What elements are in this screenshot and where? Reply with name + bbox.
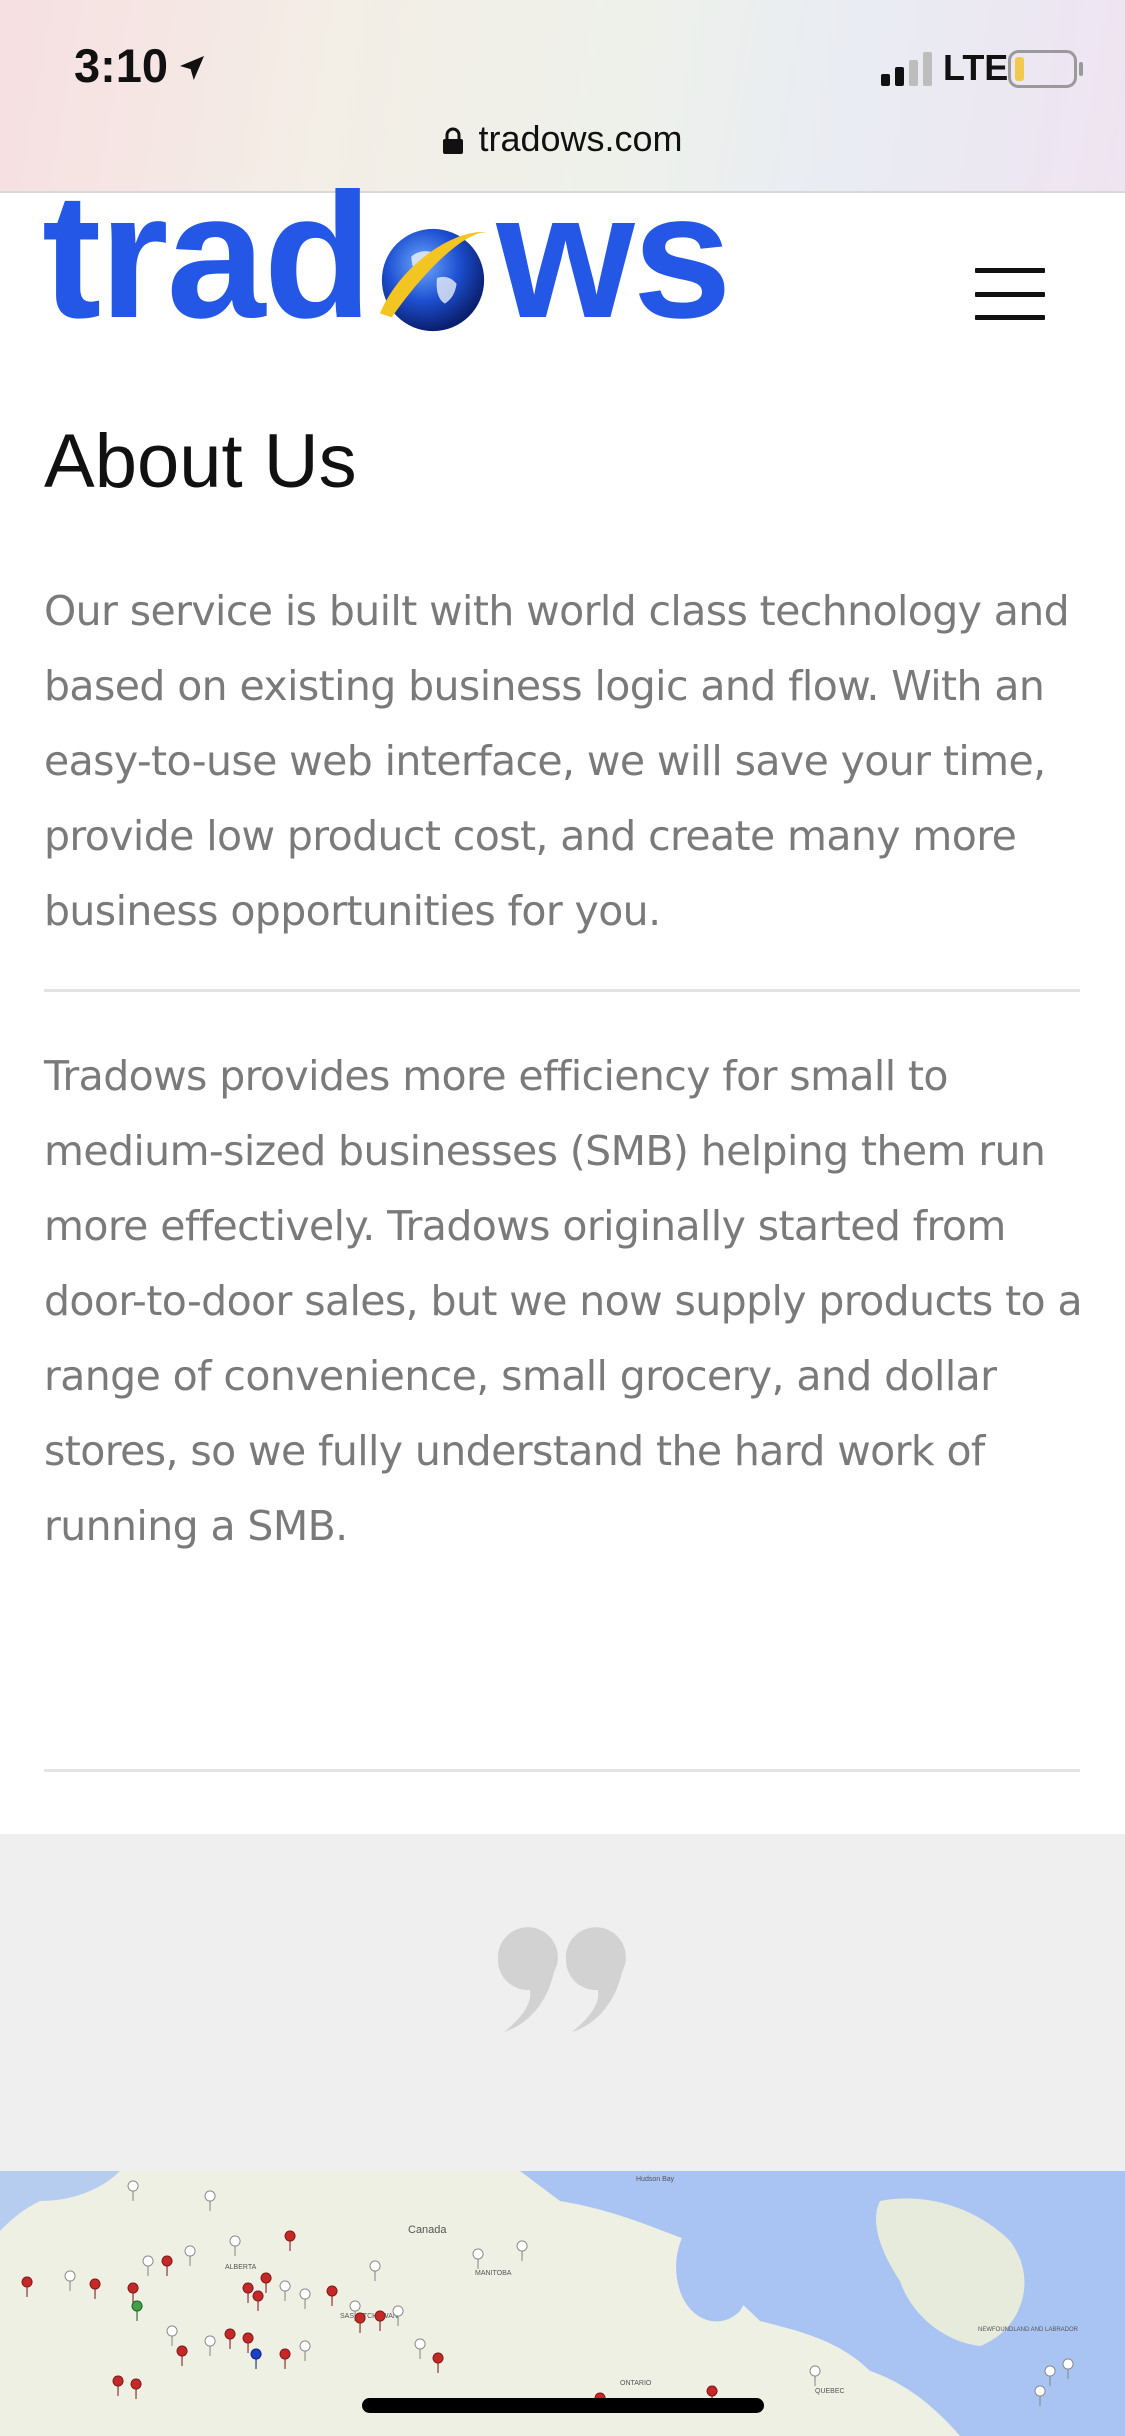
map-label: MANITOBA bbox=[475, 2270, 512, 2277]
url-text: tradows.com bbox=[478, 118, 683, 159]
status-time: 3:10 bbox=[74, 39, 169, 92]
globe-icon bbox=[380, 228, 489, 332]
logo-text-right: ws bbox=[496, 156, 731, 355]
map-label: SASKATCHEWAN bbox=[340, 2313, 398, 2320]
hamburger-menu-icon[interactable] bbox=[975, 268, 1045, 320]
location-arrow-icon bbox=[180, 56, 204, 80]
site-logo[interactable]: trad ws bbox=[42, 167, 732, 345]
lock-icon bbox=[443, 127, 464, 154]
address-bar[interactable]: tradows.com bbox=[0, 118, 1125, 160]
network-type: LTE bbox=[943, 47, 1009, 88]
map-label: ALBERTA bbox=[225, 2264, 257, 2271]
page-title: About Us bbox=[44, 419, 357, 504]
map-label: QUEBEC bbox=[815, 2388, 845, 2395]
map-label: NEWFOUNDLAND AND LABRADOR bbox=[978, 2327, 1079, 2333]
about-paragraph-1: Our service is built with world class te… bbox=[44, 587, 1070, 935]
store-map[interactable]: Canada ALBERTA SASKATCHEWAN MANITOBA ONT… bbox=[0, 2171, 1125, 2436]
divider bbox=[44, 1769, 1080, 1772]
map-label: Hudson Bay bbox=[636, 2176, 675, 2183]
quote-icon bbox=[497, 1927, 626, 2032]
logo-text-left: trad bbox=[42, 156, 372, 355]
home-indicator[interactable] bbox=[362, 2398, 764, 2413]
map-canvas[interactable]: Canada ALBERTA SASKATCHEWAN MANITOBA ONT… bbox=[0, 2171, 1125, 2436]
signal-icon bbox=[881, 52, 932, 86]
map-label: ONTARIO bbox=[620, 2380, 652, 2387]
divider bbox=[44, 989, 1080, 992]
about-paragraph-2: Tradows provides more efficiency for sma… bbox=[44, 1052, 1083, 1550]
battery-icon bbox=[1008, 50, 1083, 88]
map-label: Canada bbox=[408, 2224, 447, 2236]
